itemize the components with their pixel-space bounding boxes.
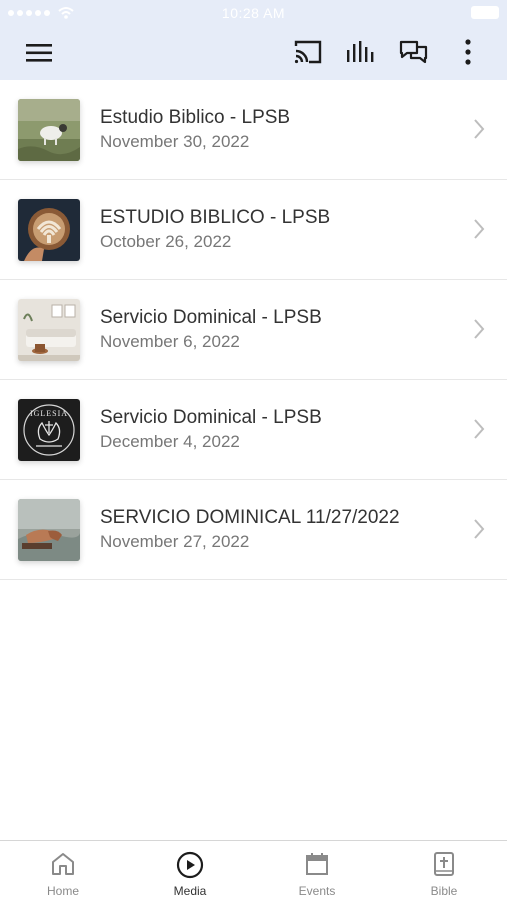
chevron-right-icon (474, 319, 485, 339)
media-date: November 6, 2022 (100, 332, 240, 351)
more-vertical-icon (465, 39, 471, 65)
calendar-icon (306, 853, 328, 875)
media-title: Estudio Biblico - LPSB (100, 107, 291, 128)
chevron-right-icon (474, 219, 485, 239)
tab-label: Media (173, 884, 207, 898)
media-date: October 26, 2022 (100, 232, 232, 251)
app-bar: 10:28 AM (0, 0, 507, 80)
tab-home[interactable]: Home (0, 841, 126, 900)
media-title: Servicio Dominical - LPSB (100, 407, 322, 428)
cast-icon (294, 40, 322, 64)
church-logo-text: IGLESIA (30, 409, 68, 418)
more-options-button[interactable] (456, 37, 480, 67)
bible-icon (434, 852, 454, 876)
hamburger-menu-icon (26, 44, 52, 62)
chat-icon (399, 40, 428, 64)
menu-button[interactable] (22, 38, 56, 68)
chat-button[interactable] (396, 37, 432, 67)
tab-label: Home (46, 884, 79, 898)
chevron-right-icon (474, 419, 485, 439)
chevron-right-icon (474, 519, 485, 539)
media-list-item[interactable]: Estudio Biblico - LPSB November 30, 2022 (0, 80, 507, 180)
tab-label: Events (298, 884, 336, 898)
cast-button[interactable] (290, 37, 326, 67)
tab-events[interactable]: Events (254, 841, 380, 900)
chevron-right-icon (474, 119, 485, 139)
media-title: SERVICIO DOMINICAL 11/27/2022 (100, 507, 400, 528)
bottom-tab-bar: Home Media Events Bible (0, 840, 507, 900)
media-list-item[interactable]: SERVICIO DOMINICAL 11/27/2022 November 2… (0, 480, 507, 580)
media-date: December 4, 2022 (100, 432, 240, 451)
equalizer-icon (347, 41, 374, 62)
media-title: ESTUDIO BIBLICO - LPSB (100, 207, 331, 228)
audio-button[interactable] (342, 37, 378, 67)
media-date: November 27, 2022 (100, 532, 250, 551)
status-time: 10:28 AM (221, 5, 286, 21)
tab-label: Bible (430, 884, 458, 898)
play-circle-icon (176, 851, 204, 879)
tab-media[interactable]: Media (127, 841, 253, 900)
media-thumbnail (18, 299, 80, 361)
media-title: Servicio Dominical - LPSB (100, 307, 322, 328)
battery-icon (471, 6, 499, 19)
media-thumbnail (18, 499, 80, 561)
media-list-item[interactable]: IGLESIA Servicio Dominical - LPSB Decemb… (0, 380, 507, 480)
home-icon (52, 853, 74, 875)
status-bar: 10:28 AM (0, 0, 507, 26)
media-list: Estudio Biblico - LPSB November 30, 2022… (0, 80, 507, 580)
tab-bible[interactable]: Bible (381, 841, 507, 900)
media-list-item[interactable]: Servicio Dominical - LPSB November 6, 20… (0, 280, 507, 380)
media-thumbnail (18, 99, 80, 161)
media-thumbnail (18, 199, 80, 261)
media-date: November 30, 2022 (100, 132, 250, 151)
media-list-item[interactable]: ESTUDIO BIBLICO - LPSB October 26, 2022 (0, 180, 507, 280)
media-thumbnail: IGLESIA (18, 399, 80, 461)
